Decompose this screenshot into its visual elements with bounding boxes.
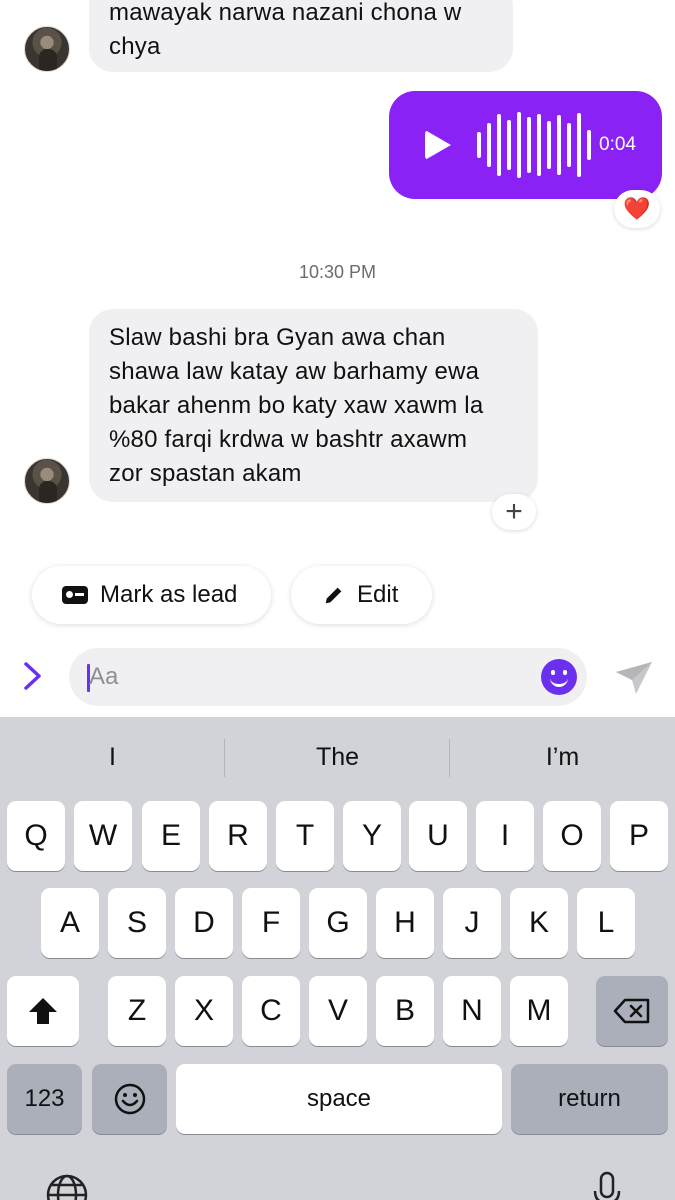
edit-button[interactable]: Edit xyxy=(291,566,432,624)
shift-icon xyxy=(29,998,57,1024)
contact-avatar[interactable] xyxy=(24,26,70,72)
predictive-bar: I The I’m xyxy=(0,717,675,797)
key-y[interactable]: Y xyxy=(343,801,401,871)
mark-as-lead-button[interactable]: Mark as lead xyxy=(32,566,271,624)
key-q[interactable]: Q xyxy=(7,801,65,871)
suggestion-3[interactable]: I’m xyxy=(450,717,675,797)
suggestion-2[interactable]: The xyxy=(225,717,450,797)
key-p[interactable]: P xyxy=(610,801,668,871)
emoji-key[interactable] xyxy=(92,1064,167,1134)
key-x[interactable]: X xyxy=(175,976,233,1046)
delete-key[interactable] xyxy=(596,976,668,1046)
edit-label: Edit xyxy=(357,581,399,608)
message-timestamp: 10:30 PM xyxy=(298,262,377,282)
globe-icon[interactable] xyxy=(45,1173,89,1200)
smiley-icon[interactable] xyxy=(541,659,577,695)
key-i[interactable]: I xyxy=(476,801,534,871)
divider xyxy=(224,739,225,777)
contact-avatar[interactable] xyxy=(24,458,70,504)
key-l[interactable]: L xyxy=(577,888,635,958)
key-o[interactable]: O xyxy=(543,801,601,871)
return-key[interactable]: return xyxy=(511,1064,668,1134)
on-screen-keyboard: I The I’m Q W E R T Y U I O P A S D F G … xyxy=(0,717,675,1200)
key-v[interactable]: V xyxy=(309,976,367,1046)
key-g[interactable]: G xyxy=(309,888,367,958)
emoji-icon xyxy=(114,1083,145,1115)
key-h[interactable]: H xyxy=(376,888,434,958)
space-key[interactable]: space xyxy=(176,1064,502,1134)
key-z[interactable]: Z xyxy=(108,976,166,1046)
voice-message[interactable]: 0:04 xyxy=(389,91,662,199)
key-w[interactable]: W xyxy=(74,801,132,871)
pencil-icon xyxy=(325,587,342,604)
key-c[interactable]: C xyxy=(242,976,300,1046)
shift-key[interactable] xyxy=(7,976,79,1046)
heart-reaction[interactable]: ❤️ xyxy=(614,190,660,228)
incoming-message[interactable]: Slaw bashi bra Gyan awa chan shawa law k… xyxy=(89,309,538,502)
mark-as-lead-label: Mark as lead xyxy=(100,581,238,608)
key-k[interactable]: K xyxy=(510,888,568,958)
key-m[interactable]: M xyxy=(510,976,568,1046)
incoming-message[interactable]: mawayak narwa nazani chona w chya xyxy=(89,0,513,72)
voice-duration: 0:04 xyxy=(599,134,636,155)
key-e[interactable]: E xyxy=(142,801,200,871)
key-a[interactable]: A xyxy=(41,888,99,958)
key-t[interactable]: T xyxy=(276,801,334,871)
key-n[interactable]: N xyxy=(443,976,501,1046)
numbers-key[interactable]: 123 xyxy=(7,1064,82,1134)
suggestion-1[interactable]: I xyxy=(0,717,225,797)
send-icon[interactable] xyxy=(612,658,656,698)
chevron-right-icon[interactable] xyxy=(22,658,44,700)
key-j[interactable]: J xyxy=(443,888,501,958)
key-u[interactable]: U xyxy=(409,801,467,871)
message-input[interactable] xyxy=(89,648,529,706)
key-b[interactable]: B xyxy=(376,976,434,1046)
key-s[interactable]: S xyxy=(108,888,166,958)
key-f[interactable]: F xyxy=(242,888,300,958)
microphone-icon[interactable] xyxy=(592,1171,622,1200)
message-composer xyxy=(0,646,675,708)
add-reaction-button[interactable]: + xyxy=(492,494,536,530)
id-card-icon xyxy=(62,586,88,604)
backspace-icon xyxy=(613,998,650,1024)
play-icon[interactable] xyxy=(425,130,451,160)
key-d[interactable]: D xyxy=(175,888,233,958)
key-r[interactable]: R xyxy=(209,801,267,871)
divider xyxy=(449,739,450,777)
waveform xyxy=(477,110,591,180)
message-input-container[interactable] xyxy=(69,648,587,706)
